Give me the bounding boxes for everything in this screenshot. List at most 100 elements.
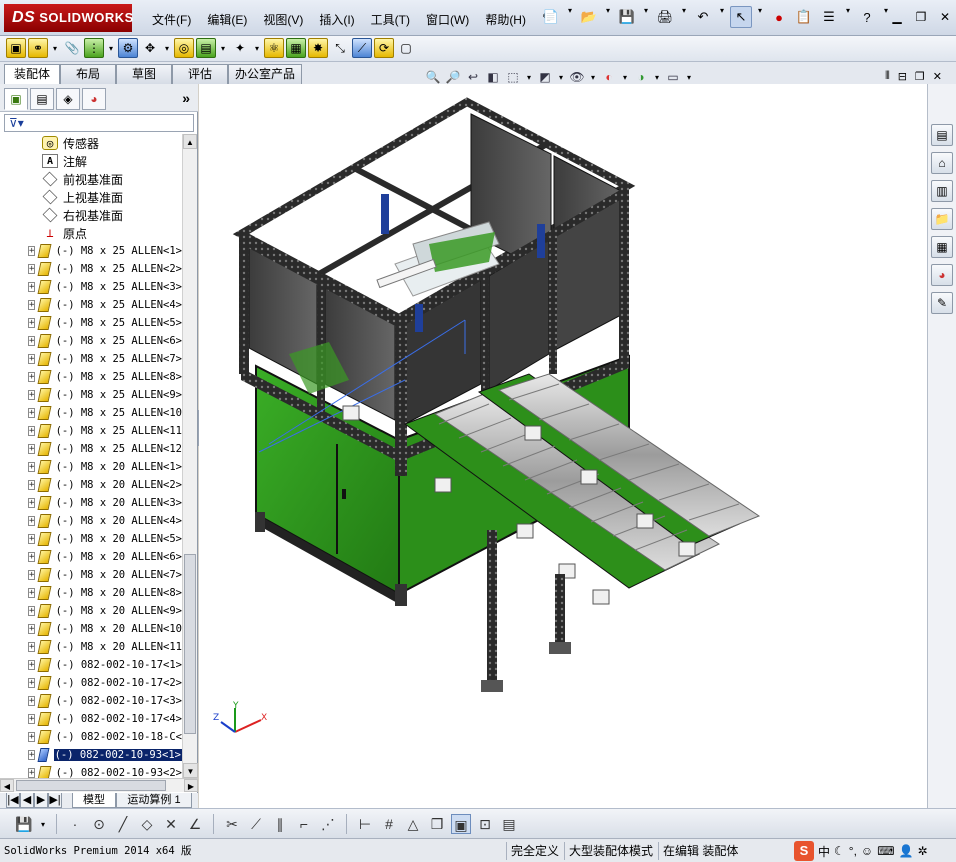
hscroll-thumb[interactable] <box>16 780 166 791</box>
minimize-icon[interactable]: ▁ <box>886 8 908 26</box>
tree-item[interactable]: + (-) M8 x 20 ALLEN<6> <box>0 548 182 566</box>
scene-dropdown-icon[interactable]: ▾ <box>652 73 662 82</box>
tree-item[interactable]: + (-) 082-002-10-17<2> <box>0 674 182 692</box>
view-settings-dropdown-icon[interactable]: ▾ <box>684 73 694 82</box>
tree-item[interactable]: + (-) 082-002-10-17<3> <box>0 692 182 710</box>
new-document-icon[interactable]: 📄 <box>540 6 562 28</box>
tab-scroll-next-icon[interactable]: ▶ <box>34 793 48 808</box>
tree-item[interactable]: 上视基准面 <box>0 188 182 206</box>
bill-of-materials-icon[interactable]: ▦ <box>286 38 306 58</box>
new-motion-study-icon[interactable]: ⚛ <box>264 38 284 58</box>
menu-help[interactable]: 帮助(H) <box>477 9 534 30</box>
keyboard-icon[interactable]: ⌨ <box>877 844 894 858</box>
move-dropdown-icon[interactable]: ▾ <box>162 44 172 53</box>
reference-geometry-icon[interactable]: ✦ <box>230 38 250 58</box>
diamond-icon[interactable]: ◇ <box>137 814 157 834</box>
more-tabs-icon[interactable]: » <box>182 88 194 107</box>
parallel-icon[interactable]: ∥ <box>270 814 290 834</box>
perpendicular-icon[interactable]: ⌐ <box>294 814 314 834</box>
menu-insert[interactable]: 插入(I) <box>311 9 362 30</box>
save-dropdown-icon[interactable]: ▾ <box>641 6 651 28</box>
tree-item[interactable]: + (-) 082-002-10-93<1> <box>0 746 182 764</box>
smart-fasteners-icon[interactable]: ⚙ <box>118 38 138 58</box>
tree-filter[interactable]: ⊽▾ <box>4 114 194 132</box>
tree-item[interactable]: + (-) M8 x 25 ALLEN<1> <box>0 242 182 260</box>
expand-plus-icon[interactable]: + <box>28 570 36 580</box>
angle-icon[interactable]: ∠ <box>185 814 205 834</box>
insert-component-icon[interactable]: ▣ <box>6 38 26 58</box>
assembly-features-icon[interactable]: ▤ <box>196 38 216 58</box>
design-library-icon[interactable]: ▥ <box>931 180 953 202</box>
mate-dropdown-icon[interactable]: ▾ <box>50 44 60 53</box>
property-manager-tab-icon[interactable]: ▤ <box>30 88 54 110</box>
expand-plus-icon[interactable]: + <box>28 750 36 760</box>
appearances-scenes-icon[interactable]: ◕ <box>931 264 953 286</box>
tree-item[interactable]: + (-) 082-002-10-93<2> <box>0 764 182 778</box>
file-properties-icon[interactable]: 📋 <box>793 6 815 28</box>
instant3d-icon[interactable]: ⟋ <box>352 38 372 58</box>
shaded-box-icon[interactable]: ▣ <box>451 814 471 834</box>
open-folder-icon[interactable]: 📂 <box>578 6 600 28</box>
undo-dropdown-icon[interactable]: ▾ <box>717 6 727 28</box>
view-palette-icon[interactable]: ▦ <box>931 236 953 258</box>
solidworks-resources-icon[interactable]: ▤ <box>931 124 953 146</box>
exploded-view-icon[interactable]: ✸ <box>308 38 328 58</box>
features-dropdown-icon[interactable]: ▾ <box>218 44 228 53</box>
expand-plus-icon[interactable]: + <box>28 606 36 616</box>
tree-item[interactable]: + (-) M8 x 25 ALLEN<6> <box>0 332 182 350</box>
expand-plus-icon[interactable]: + <box>28 282 36 292</box>
explode-line-sketch-icon[interactable]: ⤡ <box>330 38 350 58</box>
user-icon[interactable]: 👤 <box>899 844 914 858</box>
tree-item[interactable]: + (-) M8 x 20 ALLEN<9> <box>0 602 182 620</box>
select-arrow-icon[interactable]: ↖ <box>730 6 752 28</box>
scroll-right-icon[interactable]: ▶ <box>184 779 198 792</box>
dashed-icon[interactable]: ⋰ <box>318 814 338 834</box>
tree-item[interactable]: + (-) M8 x 20 ALLEN<8> <box>0 584 182 602</box>
scroll-left-icon[interactable]: ◀ <box>0 779 14 792</box>
split-horizontal-icon[interactable]: ⊟ <box>898 70 907 83</box>
expand-plus-icon[interactable]: + <box>28 246 36 256</box>
tab-motion-study-1[interactable]: 运动算例 1 <box>116 793 192 808</box>
tree-item[interactable]: + (-) 082-002-10-17<1> <box>0 656 182 674</box>
scroll-up-icon[interactable]: ▲ <box>183 134 197 149</box>
expand-plus-icon[interactable]: + <box>28 390 36 400</box>
tab-layout[interactable]: 布局 <box>60 64 116 84</box>
tab-scroll-last-icon[interactable]: ▶| <box>48 793 62 808</box>
filter-funnel-icon[interactable]: ⊽▾ <box>9 116 24 130</box>
dimension-icon[interactable]: ⊢ <box>355 814 375 834</box>
tree-item[interactable]: + (-) M8 x 20 ALLEN<2> <box>0 476 182 494</box>
tab-sketch[interactable]: 草图 <box>116 64 172 84</box>
tree-item[interactable]: + (-) M8 x 20 ALLEN<11 <box>0 638 182 656</box>
move-component-icon[interactable]: ✥ <box>140 38 160 58</box>
scroll-thumb[interactable] <box>184 554 196 734</box>
tab-office-products[interactable]: 办公室产品 <box>228 64 302 84</box>
tree-item[interactable]: + (-) M8 x 20 ALLEN<7> <box>0 566 182 584</box>
paperclip-mate-icon[interactable]: 📎 <box>62 38 82 58</box>
expand-plus-icon[interactable]: + <box>28 336 36 346</box>
tray-settings-icon[interactable]: ✲ <box>917 844 927 858</box>
new-dropdown-icon[interactable]: ▾ <box>565 6 575 28</box>
doc-close-icon[interactable]: ✕ <box>933 70 942 83</box>
feature-manager-tab-icon[interactable]: ▣ <box>4 88 28 110</box>
view-orientation-dropdown-icon[interactable]: ▾ <box>524 73 534 82</box>
display-style-dropdown-icon[interactable]: ▾ <box>556 73 566 82</box>
tree-item[interactable]: + (-) M8 x 25 ALLEN<5> <box>0 314 182 332</box>
box-icon[interactable]: ❒ <box>427 814 447 834</box>
menu-window[interactable]: 窗口(W) <box>418 9 477 30</box>
expand-plus-icon[interactable]: + <box>28 426 36 436</box>
moon-icon[interactable]: ☾ <box>834 844 845 858</box>
hide-show-dropdown-icon[interactable]: ▾ <box>588 73 598 82</box>
appearance-dropdown-icon[interactable]: ▾ <box>620 73 630 82</box>
point-icon[interactable]: · <box>65 814 85 834</box>
tree-item[interactable]: ⊥ 原点 <box>0 224 182 242</box>
restore-icon[interactable]: ❐ <box>910 8 932 26</box>
scroll-down-icon[interactable]: ▼ <box>183 763 198 778</box>
tree-item[interactable]: + (-) M8 x 20 ALLEN<1> <box>0 458 182 476</box>
tree-horizontal-scrollbar[interactable]: ◀ ▶ <box>0 778 198 792</box>
pattern-dropdown-icon[interactable]: ▾ <box>106 44 116 53</box>
tree-item[interactable]: 前视基准面 <box>0 170 182 188</box>
expand-plus-icon[interactable]: + <box>28 768 36 778</box>
file-explorer-icon[interactable]: 📁 <box>931 208 953 230</box>
split-vertical-icon[interactable]: ⫴ <box>885 70 890 83</box>
punctuation-icon[interactable]: °, <box>849 844 857 858</box>
